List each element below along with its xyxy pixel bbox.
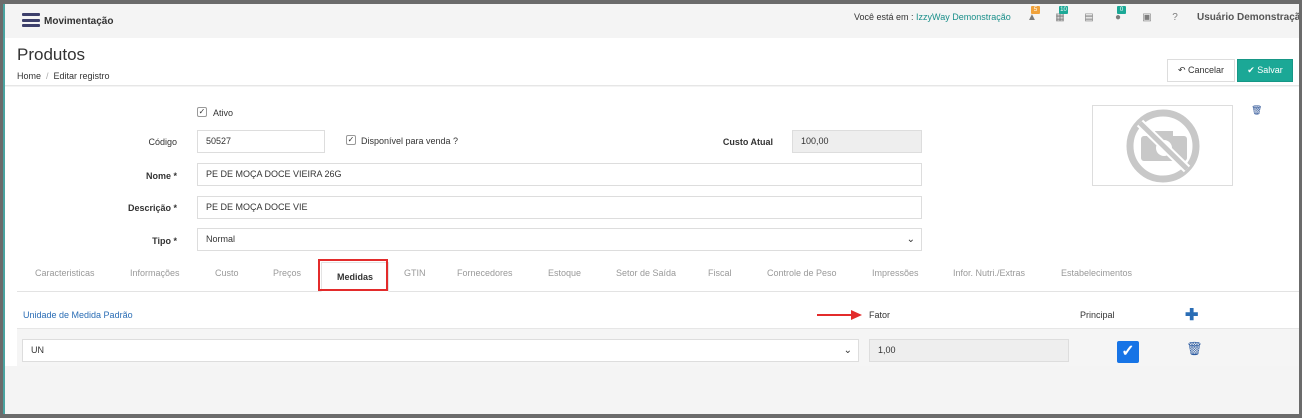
disponivel-label: Disponível para venda ? bbox=[361, 136, 459, 146]
ativo-label: Ativo bbox=[213, 108, 234, 118]
breadcrumb-separator: / bbox=[46, 71, 49, 81]
codigo-input[interactable]: 50527 bbox=[197, 130, 325, 153]
descricao-label: Descrição * bbox=[127, 203, 177, 213]
breadcrumb-home[interactable]: Home bbox=[17, 71, 41, 81]
nome-label: Nome * bbox=[145, 171, 177, 181]
tab-fiscal[interactable]: Fiscal bbox=[708, 268, 732, 278]
tipo-select[interactable]: Normal ⌄ bbox=[197, 228, 922, 251]
page-footer-area bbox=[5, 366, 1299, 414]
badge-sitemap: 5 bbox=[1031, 6, 1040, 14]
sitemap-icon[interactable]: ▲ 5 bbox=[1026, 6, 1040, 24]
tab-custo[interactable]: Custo bbox=[215, 268, 239, 278]
calendar-icon[interactable]: ▣ bbox=[1141, 12, 1153, 24]
annotation-arrow-icon bbox=[817, 310, 862, 320]
current-location: Você está em : IzzyWay Demonstração bbox=[854, 12, 1011, 22]
tab-estoque[interactable]: Estoque bbox=[548, 268, 581, 278]
edit-form: ✓ Ativo Código 50527 ✓ Disponível para v… bbox=[5, 87, 1299, 414]
disponivel-checkbox[interactable]: ✓ bbox=[346, 135, 356, 145]
page-header: Produtos Home / Editar registro ↶ Cancelar… bbox=[5, 38, 1299, 86]
user-menu[interactable]: Usuário Demonstração bbox=[1197, 12, 1299, 23]
chevron-down-icon: ⌄ bbox=[906, 234, 915, 245]
card-icon[interactable]: ▤ bbox=[1083, 12, 1095, 24]
save-button[interactable]: ✔ Salvar bbox=[1237, 59, 1293, 82]
no-camera-icon bbox=[1126, 109, 1200, 183]
bell-icon[interactable]: ● 0 bbox=[1112, 6, 1126, 24]
menu-icon[interactable] bbox=[22, 13, 40, 27]
add-medida-icon[interactable]: ✚ bbox=[1185, 305, 1198, 325]
custo-label: Custo Atual bbox=[722, 137, 773, 147]
grid-icon[interactable]: ▦ 10 bbox=[1054, 6, 1068, 24]
breadcrumb-current: Editar registro bbox=[53, 71, 110, 81]
cancel-button[interactable]: ↶ Cancelar bbox=[1167, 59, 1235, 82]
ativo-checkbox[interactable]: ✓ bbox=[197, 107, 207, 117]
badge-bell: 0 bbox=[1117, 6, 1126, 14]
principal-checkbox[interactable]: ✓ bbox=[1117, 341, 1139, 363]
location-prefix: Você está em : bbox=[854, 12, 917, 22]
tab-setor-saida[interactable]: Setor de Saída bbox=[616, 268, 676, 278]
chevron-down-icon: ⌄ bbox=[843, 345, 852, 356]
save-label: Salvar bbox=[1257, 65, 1283, 75]
unidade-select[interactable]: UN ⌄ bbox=[22, 339, 859, 362]
tab-impressoes[interactable]: Impressões bbox=[872, 268, 919, 278]
tab-controle-peso[interactable]: Controle de Peso bbox=[767, 268, 837, 278]
column-fator: Fator bbox=[869, 310, 891, 320]
tipo-label: Tipo * bbox=[152, 236, 177, 246]
badge-grid: 10 bbox=[1059, 6, 1068, 14]
tab-fornecedores[interactable]: Fornecedores bbox=[457, 268, 513, 278]
tab-bar: Caracteristicas Informações Custo Preços… bbox=[17, 262, 1299, 292]
cancel-label: Cancelar bbox=[1188, 65, 1225, 75]
tab-informacoes[interactable]: Informações bbox=[130, 268, 180, 278]
delete-row-icon[interactable]: 🗑 bbox=[1186, 341, 1203, 357]
tab-caracteristicas[interactable]: Caracteristicas bbox=[35, 268, 95, 278]
nome-input[interactable]: PE DE MOÇA DOCE VIEIRA 26G bbox=[197, 163, 922, 186]
product-photo[interactable] bbox=[1092, 105, 1233, 186]
tab-infor-nutri[interactable]: Infor. Nutri./Extras bbox=[953, 268, 1025, 278]
undo-icon: ↶ bbox=[1177, 65, 1188, 75]
tab-precos[interactable]: Preços bbox=[273, 268, 301, 278]
custo-input: 100,00 bbox=[792, 130, 922, 153]
tab-estabelecimentos[interactable]: Estabelecimentos bbox=[1061, 268, 1132, 278]
location-value[interactable]: IzzyWay Demonstração bbox=[916, 12, 1011, 22]
tipo-value: Normal bbox=[206, 234, 236, 244]
column-principal: Principal bbox=[1080, 310, 1115, 320]
breadcrumb: Home / Editar registro bbox=[17, 71, 110, 81]
app-frame: Movimentação Você está em : IzzyWay Demo… bbox=[3, 4, 1299, 414]
remove-photo-icon[interactable]: 🗑 bbox=[1251, 105, 1262, 116]
check-icon: ✔ bbox=[1247, 65, 1258, 75]
descricao-input[interactable]: PE DE MOÇA DOCE VIE bbox=[197, 196, 922, 219]
module-title: Movimentação bbox=[44, 16, 114, 27]
tab-gtin[interactable]: GTIN bbox=[404, 268, 426, 278]
unidade-value: UN bbox=[31, 345, 44, 355]
page-title: Produtos bbox=[17, 45, 86, 64]
column-unidade: Unidade de Medida Padrão bbox=[23, 310, 133, 320]
top-bar: Movimentação Você está em : IzzyWay Demo… bbox=[5, 4, 1299, 38]
active-tab-highlight bbox=[318, 259, 388, 291]
codigo-label: Código bbox=[148, 137, 177, 147]
help-icon[interactable]: ? bbox=[1169, 12, 1181, 24]
fator-input: 1,00 bbox=[869, 339, 1069, 362]
